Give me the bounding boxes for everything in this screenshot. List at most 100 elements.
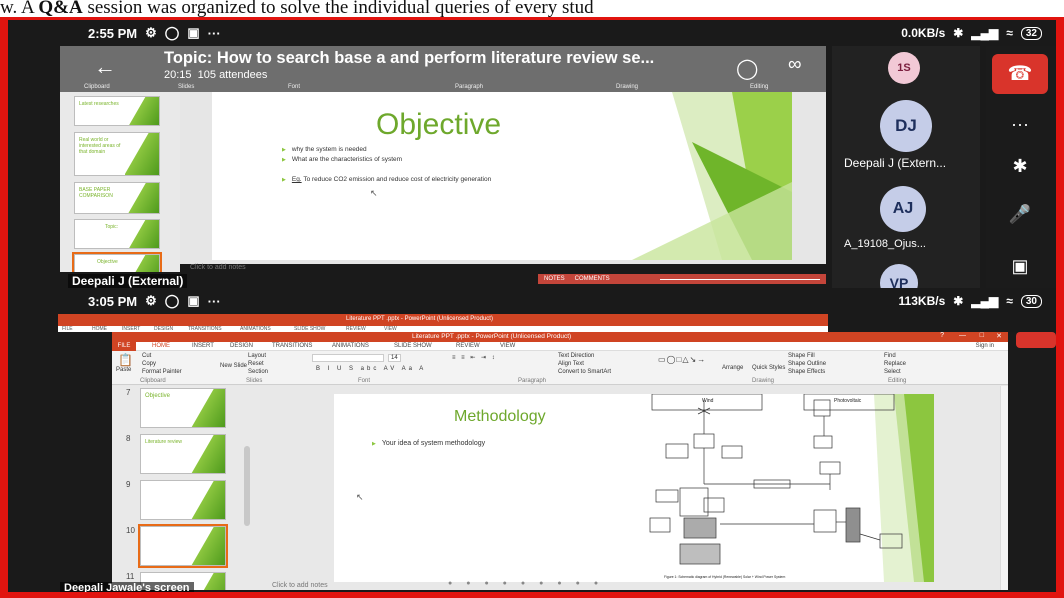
shape-effects-button[interactable]: Shape Effects [788,369,825,375]
tab-design[interactable]: DESIGN [230,342,253,351]
align-text-button[interactable]: Align Text [558,361,584,367]
group-label: Clipboard [140,378,166,384]
caption-prefix: w. A [0,0,39,18]
paste-button[interactable]: 📋 [118,353,133,367]
zoom-slider[interactable] [659,278,820,280]
tab-slideshow[interactable]: SLIDE SHOW [394,342,432,351]
notes-button[interactable]: NOTES [544,276,565,282]
slide-thumbnail[interactable]: Real world or interested areas of that d… [74,132,160,176]
caption-rest: session was organized to solve the indiv… [82,0,594,18]
ribbon-group-label: Editing [750,84,769,90]
ppt-titlebar: Literature PPT .pptx - PowerPoint (Unlic… [112,332,1008,342]
tab-review[interactable]: REVIEW [456,342,480,351]
notes-placeholder[interactable]: Click to add notes [190,264,246,271]
comments-button[interactable]: COMMENTS [575,276,610,282]
avatar[interactable]: VP [880,264,918,288]
maximize-icon[interactable]: □ [980,332,984,339]
tab-transitions[interactable]: TRANSITIONS [272,342,312,351]
avatar[interactable]: 1S [888,52,920,84]
new-slide-button[interactable]: New Slide [220,363,247,369]
presenter-label: Deepali Jawale's screen [60,582,194,592]
outer-tab[interactable]: HOME [92,326,107,332]
find-button[interactable]: Find [884,353,896,359]
reset-button[interactable]: Reset [248,361,264,367]
notes-placeholder[interactable]: Click to add notes [272,582,328,589]
ppt-window: Literature PPT .pptx - PowerPoint (Unlic… [112,332,1008,590]
outer-ppt-titlebar: Literature PPT .pptx - PowerPoint (Unlic… [58,314,828,326]
tab-animations[interactable]: ANIMATIONS [332,342,369,351]
section-button[interactable]: Section [248,369,268,375]
tab-insert[interactable]: INSERT [192,342,214,351]
slide-thumbnail-panel: Latest researches Real world or interest… [60,92,180,272]
text-direction-button[interactable]: Text Direction [558,353,594,359]
meeting-title: Topic: How to search base a and perform … [164,49,655,67]
thumb-title: Literature review [145,439,182,445]
shape-outline-button[interactable]: Shape Outline [788,361,826,367]
slide-scrollbar[interactable] [1000,386,1008,590]
tab-home[interactable]: HOME [152,342,170,351]
thumb-number: 8 [126,434,131,443]
participant-name: A_19108_Ojus... [844,238,926,250]
battery-icon: 32 [1020,26,1042,40]
slide-thumbnail[interactable]: Topic: [74,219,160,249]
call-controls [1008,332,1056,592]
end-call-icon[interactable] [1016,332,1056,348]
font-family-select[interactable] [312,354,384,362]
copy-button[interactable]: Copy [142,361,156,367]
layout-button[interactable]: Layout [248,353,266,359]
smartart-button[interactable]: Convert to SmartArt [558,369,611,375]
replace-button[interactable]: Replace [884,361,906,367]
screenshot-top: 2:55 PM ⚙ ◯ ▣ ··· 0.0KB/s ✱ ▂▄▆ ≈ 32 ← T… [8,20,1056,288]
tab-view[interactable]: VIEW [500,342,515,351]
participant-name: Deepali J (Extern... [844,156,947,170]
thumb-title: BASE PAPER COMPARISON [79,187,113,199]
outer-tab[interactable]: FILE [62,326,73,332]
slide-thumbnail[interactable]: Objective [140,388,226,428]
bullet-item: Your idea of system methodology [372,440,485,447]
slide-methodology[interactable]: Methodology Your idea of system methodol… [334,394,934,582]
help-icon[interactable]: ? [940,332,944,339]
thumb-number: 11 [126,572,135,581]
slide-objective[interactable]: Objective why the system is needed What … [212,92,792,260]
list-buttons[interactable]: ≡ ≡ ⇤ ⇥ ↕ [452,354,497,361]
bullet-item: What are the characteristics of system [282,156,402,163]
bullet-item: Eg. To reduce CO2 emission and reduce co… [282,176,491,183]
ribbon-group-label: Drawing [616,84,639,90]
select-button[interactable]: Select [884,369,901,375]
arrange-button[interactable]: Arrange [722,365,743,371]
thumb-scrollbar[interactable] [244,446,250,526]
wifi-icon: ≈ [1006,26,1013,40]
tab-file[interactable]: FILE [112,342,136,351]
slide-thumbnail-selected[interactable]: Objective [72,252,162,272]
quick-styles-button[interactable]: Quick Styles [752,365,785,371]
bluetooth-audio-icon[interactable]: ✱ [1000,156,1040,177]
gear-icon: ⚙ [145,25,157,40]
sign-in-link[interactable]: Sign in [976,342,994,351]
shape-fill-button[interactable]: Shape Fill [788,353,815,359]
slide-thumbnail-panel: 7 Objective 8 Literature review 9 10 11 [112,386,260,590]
slide-thumbnail[interactable]: BASE PAPER COMPARISON [74,182,160,214]
caption-bold: Q&A [38,0,83,18]
status-time: 3:05 PM [88,293,138,309]
end-call-icon[interactable]: ☎ [992,54,1048,94]
font-size-select[interactable]: 14 [388,354,401,362]
status-bar: 3:05 PM ⚙ ◯ ▣ ··· 113KB/s ✱ ▂▄▆ ≈ 30 [8,288,1056,314]
avatar[interactable]: DJ [880,100,932,152]
slide-thumbnail[interactable] [140,480,226,520]
more-options-icon[interactable]: ··· [1000,114,1040,135]
mic-off-icon[interactable]: 🎤 [1000,204,1040,225]
slide-thumbnail-selected[interactable] [138,524,228,568]
cut-button[interactable]: Cut [142,353,151,359]
camera-off-icon[interactable]: ▣ [1000,256,1040,277]
slide-thumbnail[interactable]: Latest researches [74,96,160,126]
minimize-icon[interactable]: — [959,332,966,339]
thumb-title: Real world or interested areas of that d… [79,137,121,155]
close-icon[interactable]: ✕ [996,332,1002,340]
slide-thumbnail[interactable]: Literature review [140,434,226,474]
avatar[interactable]: AJ [880,186,926,232]
cursor-icon: ↖ [370,188,378,198]
format-painter-button[interactable]: Format Painter [142,369,182,375]
font-format-buttons[interactable]: B I U S abc AV Aa A [316,366,426,372]
shapes-gallery[interactable]: ▭◯□△↘→ [658,355,706,364]
cursor-icon: ↖ [356,492,364,502]
